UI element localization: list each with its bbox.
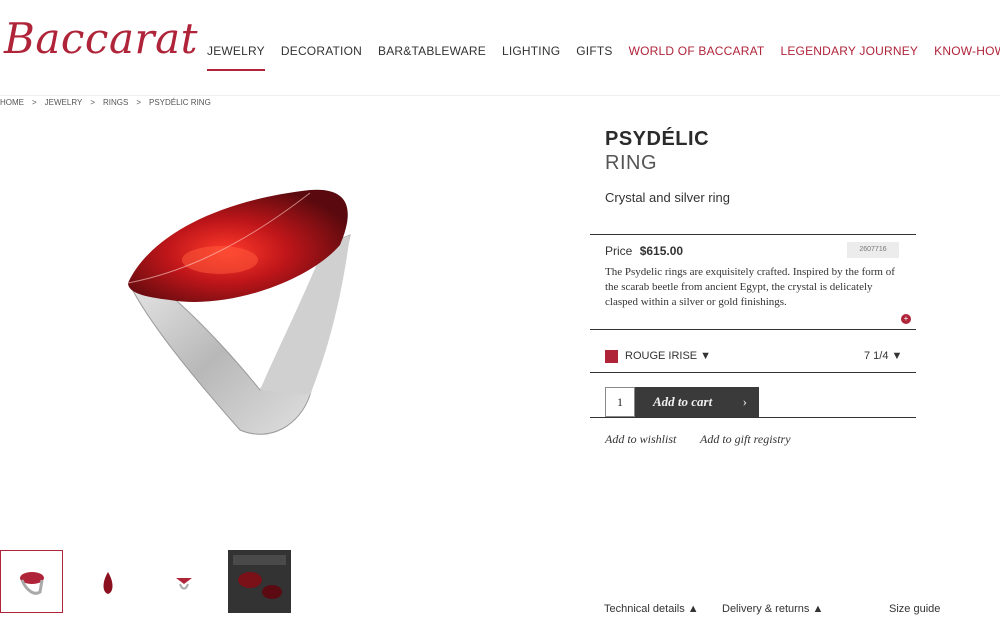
site-header: Baccarat JEWELRY DECORATION BAR&TABLEWAR… — [0, 0, 1000, 96]
size-guide-link[interactable]: Size guide — [889, 603, 940, 615]
color-select[interactable]: ROUGE IRISE ▼ — [625, 350, 711, 362]
nav-jewelry[interactable]: JEWELRY — [207, 44, 265, 71]
price-value: $615.00 — [639, 244, 684, 258]
add-to-cart-button[interactable]: Add to cart › — [635, 387, 759, 417]
breadcrumb-rings[interactable]: RINGS — [103, 98, 128, 107]
plus-icon[interactable]: + — [901, 314, 911, 324]
color-swatch[interactable] — [605, 350, 618, 363]
nav-bar-tableware[interactable]: BAR&TABLEWARE — [378, 44, 486, 58]
thumbnail-strip — [0, 550, 304, 613]
ring-side-icon — [175, 577, 192, 589]
lifestyle-photo-icon — [228, 550, 291, 613]
divider — [590, 417, 916, 418]
breadcrumb-separator: > — [32, 98, 37, 107]
thumbnail-1[interactable] — [0, 550, 63, 613]
nav-decoration[interactable]: DECORATION — [281, 44, 362, 58]
add-to-gift-registry-link[interactable]: Add to gift registry — [700, 432, 791, 447]
technical-details-toggle[interactable]: Technical details ▲ — [604, 603, 699, 615]
thumbnail-3[interactable] — [152, 550, 215, 613]
breadcrumb-separator: > — [136, 98, 141, 107]
product-image[interactable] — [110, 175, 370, 445]
breadcrumb-jewelry[interactable]: JEWELRY — [45, 98, 83, 107]
price-label: Price — [605, 244, 633, 258]
breadcrumb: HOME > JEWELRY > RINGS > PSYDÉLIC RING — [0, 98, 219, 107]
product-description: The Psydelic rings are exquisitely craft… — [605, 266, 895, 308]
size-select[interactable]: 7 1/4 ▼ — [864, 350, 902, 362]
baccarat-logo[interactable]: Baccarat — [4, 14, 198, 63]
divider — [590, 329, 916, 330]
main-nav: JEWELRY DECORATION BAR&TABLEWARE LIGHTIN… — [207, 44, 1000, 71]
sku-badge: 2607716 — [847, 242, 899, 258]
price-row: Price $615.00 — [605, 244, 683, 258]
nav-world-of-baccarat[interactable]: WORLD OF BACCARAT — [629, 44, 765, 58]
add-to-cart-label: Add to cart — [653, 394, 713, 409]
divider — [590, 234, 916, 235]
nav-lighting[interactable]: LIGHTING — [502, 44, 560, 58]
breadcrumb-current: PSYDÉLIC RING — [149, 98, 211, 107]
product-title: PSYDÉLIC — [605, 128, 710, 150]
divider — [590, 372, 916, 373]
product-type: RING — [605, 152, 657, 174]
nav-legendary-journey[interactable]: LEGENDARY JOURNEY — [780, 44, 918, 58]
product-subtitle: Crystal and silver ring — [605, 190, 730, 205]
nav-know-how[interactable]: KNOW-HOW — [934, 44, 1000, 58]
add-to-wishlist-link[interactable]: Add to wishlist — [605, 432, 676, 447]
nav-gifts[interactable]: GIFTS — [576, 44, 612, 58]
chevron-right-icon: › — [742, 394, 747, 409]
ring-thumbnail-icon — [19, 571, 44, 595]
thumbnail-2[interactable] — [76, 550, 139, 613]
breadcrumb-separator: > — [90, 98, 95, 107]
quantity-input[interactable]: 1 — [605, 387, 635, 417]
breadcrumb-home[interactable]: HOME — [0, 98, 24, 107]
crystal-drop-icon — [103, 571, 112, 594]
thumbnail-4[interactable] — [228, 550, 291, 613]
delivery-returns-toggle[interactable]: Delivery & returns ▲ — [722, 603, 823, 615]
